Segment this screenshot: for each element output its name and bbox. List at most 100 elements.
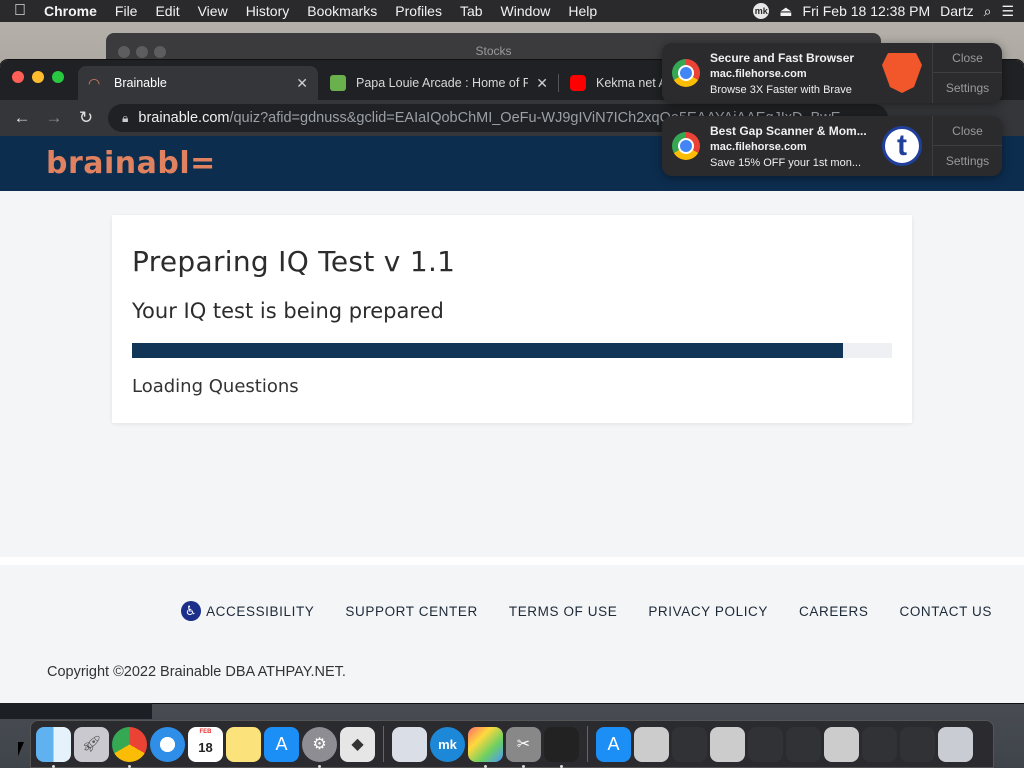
footer-link-careers[interactable]: CAREERS (799, 604, 868, 619)
finder-icon[interactable] (36, 726, 71, 768)
papa-louie-favicon-icon (330, 75, 346, 91)
page-body: Preparing IQ Test v 1.1 Your IQ test is … (0, 191, 1024, 557)
stocks-icon[interactable] (544, 726, 579, 768)
tab-brainable[interactable]: ◠ Brainable ✕ (78, 66, 318, 100)
window-thumbnail-icon[interactable] (824, 726, 859, 762)
youtube-favicon-icon (570, 75, 586, 91)
window-thumbnail-icon[interactable] (900, 726, 935, 762)
maximize-window-button[interactable] (52, 71, 64, 83)
chrome-icon (672, 59, 700, 87)
desktop-strip (0, 703, 152, 719)
window-controls (12, 71, 64, 83)
window-thumbnail-icon[interactable] (786, 726, 821, 762)
trade-ideas-t-icon: t (882, 126, 922, 166)
notification-body: Browse 3X Faster with Brave (710, 84, 852, 96)
chrome-icon (672, 132, 700, 160)
app-store-icon[interactable]: A (264, 726, 299, 762)
notification-source: mac.filehorse.com (710, 68, 807, 80)
control-center-icon[interactable]: ☰ (1001, 3, 1014, 20)
apple-icon[interactable]:  (0, 2, 40, 20)
calendar-icon[interactable]: 18 (188, 726, 223, 762)
mk-status-icon[interactable]: mk (753, 3, 770, 19)
notification-body: Save 15% OFF your 1st mon... (710, 157, 862, 169)
notification-settings-button[interactable]: Settings (933, 146, 1002, 176)
footer-links: ♿︎ ACCESSIBILITY SUPPORT CENTER TERMS OF… (181, 601, 992, 621)
menu-history[interactable]: History (237, 3, 299, 19)
tab-close-icon[interactable]: ✕ (528, 75, 548, 92)
chrome-dock-icon[interactable] (112, 726, 147, 768)
menu-profiles[interactable]: Profiles (386, 3, 451, 19)
minimize-window-button[interactable] (32, 71, 44, 83)
window-thumbnail-icon[interactable] (710, 726, 745, 762)
launchpad-icon[interactable]: 🚀︎ (74, 726, 109, 762)
notification-actions: Close Settings (932, 43, 1002, 103)
tab-label: Kekma net A (596, 76, 667, 90)
footer-link-contact-us[interactable]: CONTACT US (899, 604, 992, 619)
menu-help[interactable]: Help (559, 3, 606, 19)
window-thumbnail-icon[interactable] (748, 726, 783, 762)
document-thumbnail-icon[interactable] (634, 726, 669, 762)
close-window-button[interactable] (12, 71, 24, 83)
brave-lion-icon (882, 53, 922, 93)
spotlight-search-icon[interactable]: ⌕ (984, 3, 992, 20)
menu-tab[interactable]: Tab (451, 3, 492, 19)
menu-file[interactable]: File (106, 3, 147, 19)
reload-icon[interactable]: ↻ (70, 108, 102, 128)
footer-link-accessibility[interactable]: ♿︎ ACCESSIBILITY (181, 601, 314, 621)
system-preferences-icon[interactable]: ⚙︎ (302, 726, 337, 768)
tab-divider (558, 74, 559, 92)
accessibility-icon: ♿︎ (181, 601, 202, 621)
menu-bookmarks[interactable]: Bookmarks (298, 3, 386, 19)
notification-brave[interactable]: Secure and Fast Browser mac.filehorse.co… (662, 43, 1002, 103)
status-area: mk ⏏ Fri Feb 18 12:38 PM Dartz ⌕ ☰ (753, 3, 1024, 20)
dock-separator (383, 726, 384, 762)
footer-link-terms-of-use[interactable]: TERMS OF USE (509, 604, 617, 619)
dock: 🚀︎ 18 A ⚙︎ ◆ mk ✂︎ A (30, 720, 994, 768)
menu-view[interactable]: View (189, 3, 237, 19)
dock-separator (587, 726, 588, 762)
tab-close-icon[interactable]: ✕ (288, 75, 308, 92)
menu-app-name[interactable]: Chrome (40, 3, 106, 19)
menu-window[interactable]: Window (492, 3, 560, 19)
forward-arrow-icon[interactable]: → (38, 108, 70, 128)
trash-icon[interactable] (938, 726, 973, 762)
mk-app-icon[interactable]: mk (430, 726, 465, 762)
lock-icon[interactable]: 🔒︎ (122, 111, 128, 126)
notification-actions: Close Settings (932, 116, 1002, 176)
notification-settings-button[interactable]: Settings (933, 73, 1002, 103)
notification-close-button[interactable]: Close (933, 43, 1002, 73)
utility-tools-icon[interactable]: ✂︎ (506, 726, 541, 768)
preview-icon[interactable] (392, 726, 427, 762)
color-cube-icon[interactable] (468, 726, 503, 768)
tab-label: Papa Louie Arcade : Home of F (356, 76, 528, 90)
footer-link-privacy-policy[interactable]: PRIVACY POLICY (648, 604, 768, 619)
notification-title: Secure and Fast Browser (710, 51, 855, 65)
safari-icon[interactable] (150, 726, 185, 762)
user-name[interactable]: Dartz (940, 3, 973, 19)
menu-edit[interactable]: Edit (146, 3, 188, 19)
clock[interactable]: Fri Feb 18 12:38 PM (803, 3, 931, 19)
mouse-cursor-icon (18, 742, 24, 756)
notes-icon[interactable] (226, 726, 261, 762)
window-title: Stocks (475, 44, 512, 58)
copyright: Copyright ©2022 Brainable DBA ATHPAY.NET… (47, 664, 346, 680)
notification-source: mac.filehorse.com (710, 141, 807, 153)
back-arrow-icon[interactable]: ← (6, 108, 38, 128)
notification-close-button[interactable]: Close (933, 116, 1002, 146)
tab-kekma[interactable]: Kekma net A (560, 66, 670, 100)
url-host: brainable.com (138, 110, 230, 126)
roblox-icon[interactable]: ◆ (340, 726, 375, 762)
footer-link-support-center[interactable]: SUPPORT CENTER (345, 604, 477, 619)
window-thumbnail-icon[interactable] (672, 726, 707, 762)
page-title: Preparing IQ Test v 1.1 (132, 245, 456, 278)
window-thumbnail-icon[interactable] (862, 726, 897, 762)
window-controls (118, 46, 166, 58)
tab-papa-louie[interactable]: Papa Louie Arcade : Home of F ✕ (320, 66, 558, 100)
card-subtitle: Your IQ test is being prepared (132, 299, 444, 323)
app-store-download-icon[interactable]: A (596, 726, 631, 762)
tab-label: Brainable (114, 76, 167, 90)
notification-gap-scanner[interactable]: Best Gap Scanner & Mom... mac.filehorse.… (662, 116, 1002, 176)
brainable-logo[interactable]: brainabl= (46, 146, 216, 181)
eject-icon[interactable]: ⏏ (779, 3, 792, 20)
footer-link-label: ACCESSIBILITY (206, 603, 315, 619)
